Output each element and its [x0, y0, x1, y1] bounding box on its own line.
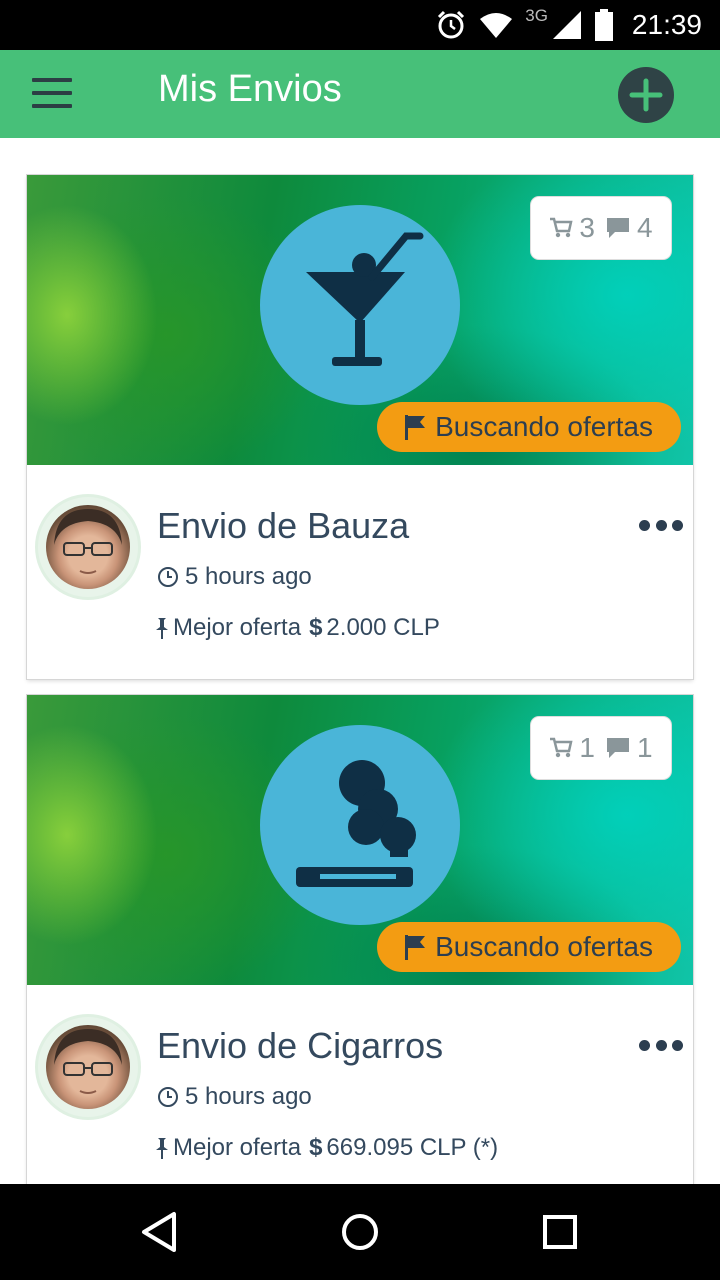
network-type: 3G — [525, 6, 548, 25]
card-body: Envio de Bauza 5 hours ago Mejor oferta … — [27, 465, 693, 679]
envios-list[interactable]: 3 4 Buscando ofertas Envio de Bauza 5 ho… — [0, 138, 720, 1184]
cart-icon — [550, 217, 573, 238]
back-icon[interactable] — [136, 1208, 184, 1256]
navigation-bar — [0, 1184, 720, 1280]
category-badge — [260, 725, 460, 925]
time-ago: 5 hours ago — [185, 563, 312, 590]
signal-icon — [552, 11, 581, 39]
card-banner: 1 1 Buscando ofertas — [27, 695, 693, 985]
battery-icon — [594, 9, 613, 41]
alarm-icon — [438, 10, 465, 39]
clock: 21:39 — [631, 9, 702, 40]
comment-icon — [607, 218, 629, 238]
offer-value: 2.000 CLP — [326, 614, 440, 641]
envio-card[interactable]: 3 4 Buscando ofertas Envio de Bauza 5 ho… — [27, 175, 693, 679]
flag-icon — [405, 415, 426, 440]
time-ago: 5 hours ago — [185, 1083, 312, 1110]
status-badge[interactable]: Buscando ofertas — [377, 402, 681, 452]
card-title: Envio de Cigarros — [157, 1025, 444, 1066]
pin-icon — [156, 618, 168, 639]
currency-symbol: $ — [309, 614, 323, 641]
clock-icon — [158, 567, 178, 587]
avatar — [38, 1017, 138, 1117]
card-title: Envio de Bauza — [157, 505, 410, 546]
envio-card[interactable]: 1 1 Buscando ofertas Envio de Cigarros 5… — [27, 695, 693, 1184]
offer-value: 669.095 CLP (*) — [326, 1134, 499, 1161]
offer-row: Mejor oferta $ 669.095 CLP (*) — [155, 1134, 498, 1162]
app-bar: Mis Envios — [0, 50, 720, 138]
status-badge[interactable]: Buscando ofertas — [377, 922, 681, 972]
status-label: Buscando ofertas — [435, 411, 653, 442]
offer-row: Mejor oferta $ 2.000 CLP — [155, 614, 440, 642]
card-body: Envio de Cigarros 5 hours ago Mejor ofer… — [27, 985, 693, 1184]
home-icon[interactable] — [336, 1208, 384, 1256]
add-envio-button[interactable] — [618, 67, 674, 123]
status-label: Buscando ofertas — [435, 931, 653, 962]
cigarette-icon — [296, 760, 416, 887]
comment-count: 1 — [637, 732, 653, 763]
cocktail-icon — [306, 232, 424, 366]
page-title: Mis Envios — [158, 68, 342, 110]
avatar — [38, 497, 138, 597]
time-row: 5 hours ago — [157, 1083, 312, 1111]
currency-symbol: $ — [309, 1134, 323, 1161]
offer-label: Mejor oferta — [173, 1134, 302, 1161]
clock-icon — [158, 1087, 178, 1107]
card-banner: 3 4 Buscando ofertas — [27, 175, 693, 465]
more-options-button[interactable] — [639, 1035, 683, 1055]
cart-count: 3 — [579, 212, 595, 243]
hamburger-menu-icon[interactable] — [32, 78, 72, 110]
pin-icon — [156, 1138, 168, 1159]
time-row: 5 hours ago — [157, 563, 312, 591]
offer-label: Mejor oferta — [173, 614, 302, 641]
wifi-icon — [480, 13, 513, 38]
plus-icon — [629, 78, 663, 112]
comment-icon — [607, 738, 629, 758]
category-badge — [260, 205, 460, 405]
comment-count: 4 — [637, 212, 653, 243]
status-bar: 3G 21:39 — [0, 0, 720, 50]
recents-icon[interactable] — [536, 1208, 584, 1256]
counters-badge: 1 1 — [531, 717, 671, 779]
flag-icon — [405, 935, 426, 960]
more-options-button[interactable] — [639, 515, 683, 535]
counters-badge: 3 4 — [531, 197, 671, 259]
cart-count: 1 — [579, 732, 595, 763]
cart-icon — [550, 737, 573, 758]
